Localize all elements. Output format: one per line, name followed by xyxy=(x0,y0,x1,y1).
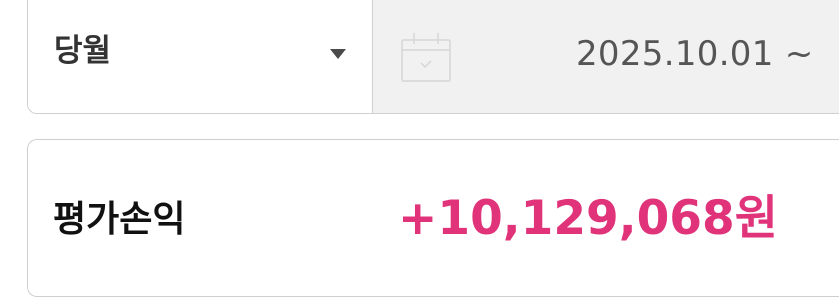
period-select-label: 당월 xyxy=(54,33,112,69)
filter-bar: 당월 2025.10.01 ~ xyxy=(27,0,839,114)
valuation-summary-card: 평가손익 +10,129,068원 xyxy=(27,139,839,297)
triangle-down-icon xyxy=(330,49,346,59)
valuation-pnl-label: 평가손익 xyxy=(53,199,186,240)
date-range-field[interactable]: 2025.10.01 ~ xyxy=(373,0,839,113)
valuation-pnl-value: +10,129,068원 xyxy=(398,191,778,246)
date-range-text: 2025.10.01 ~ xyxy=(576,34,814,74)
calendar-icon xyxy=(401,33,451,82)
period-select[interactable]: 당월 xyxy=(28,0,373,113)
